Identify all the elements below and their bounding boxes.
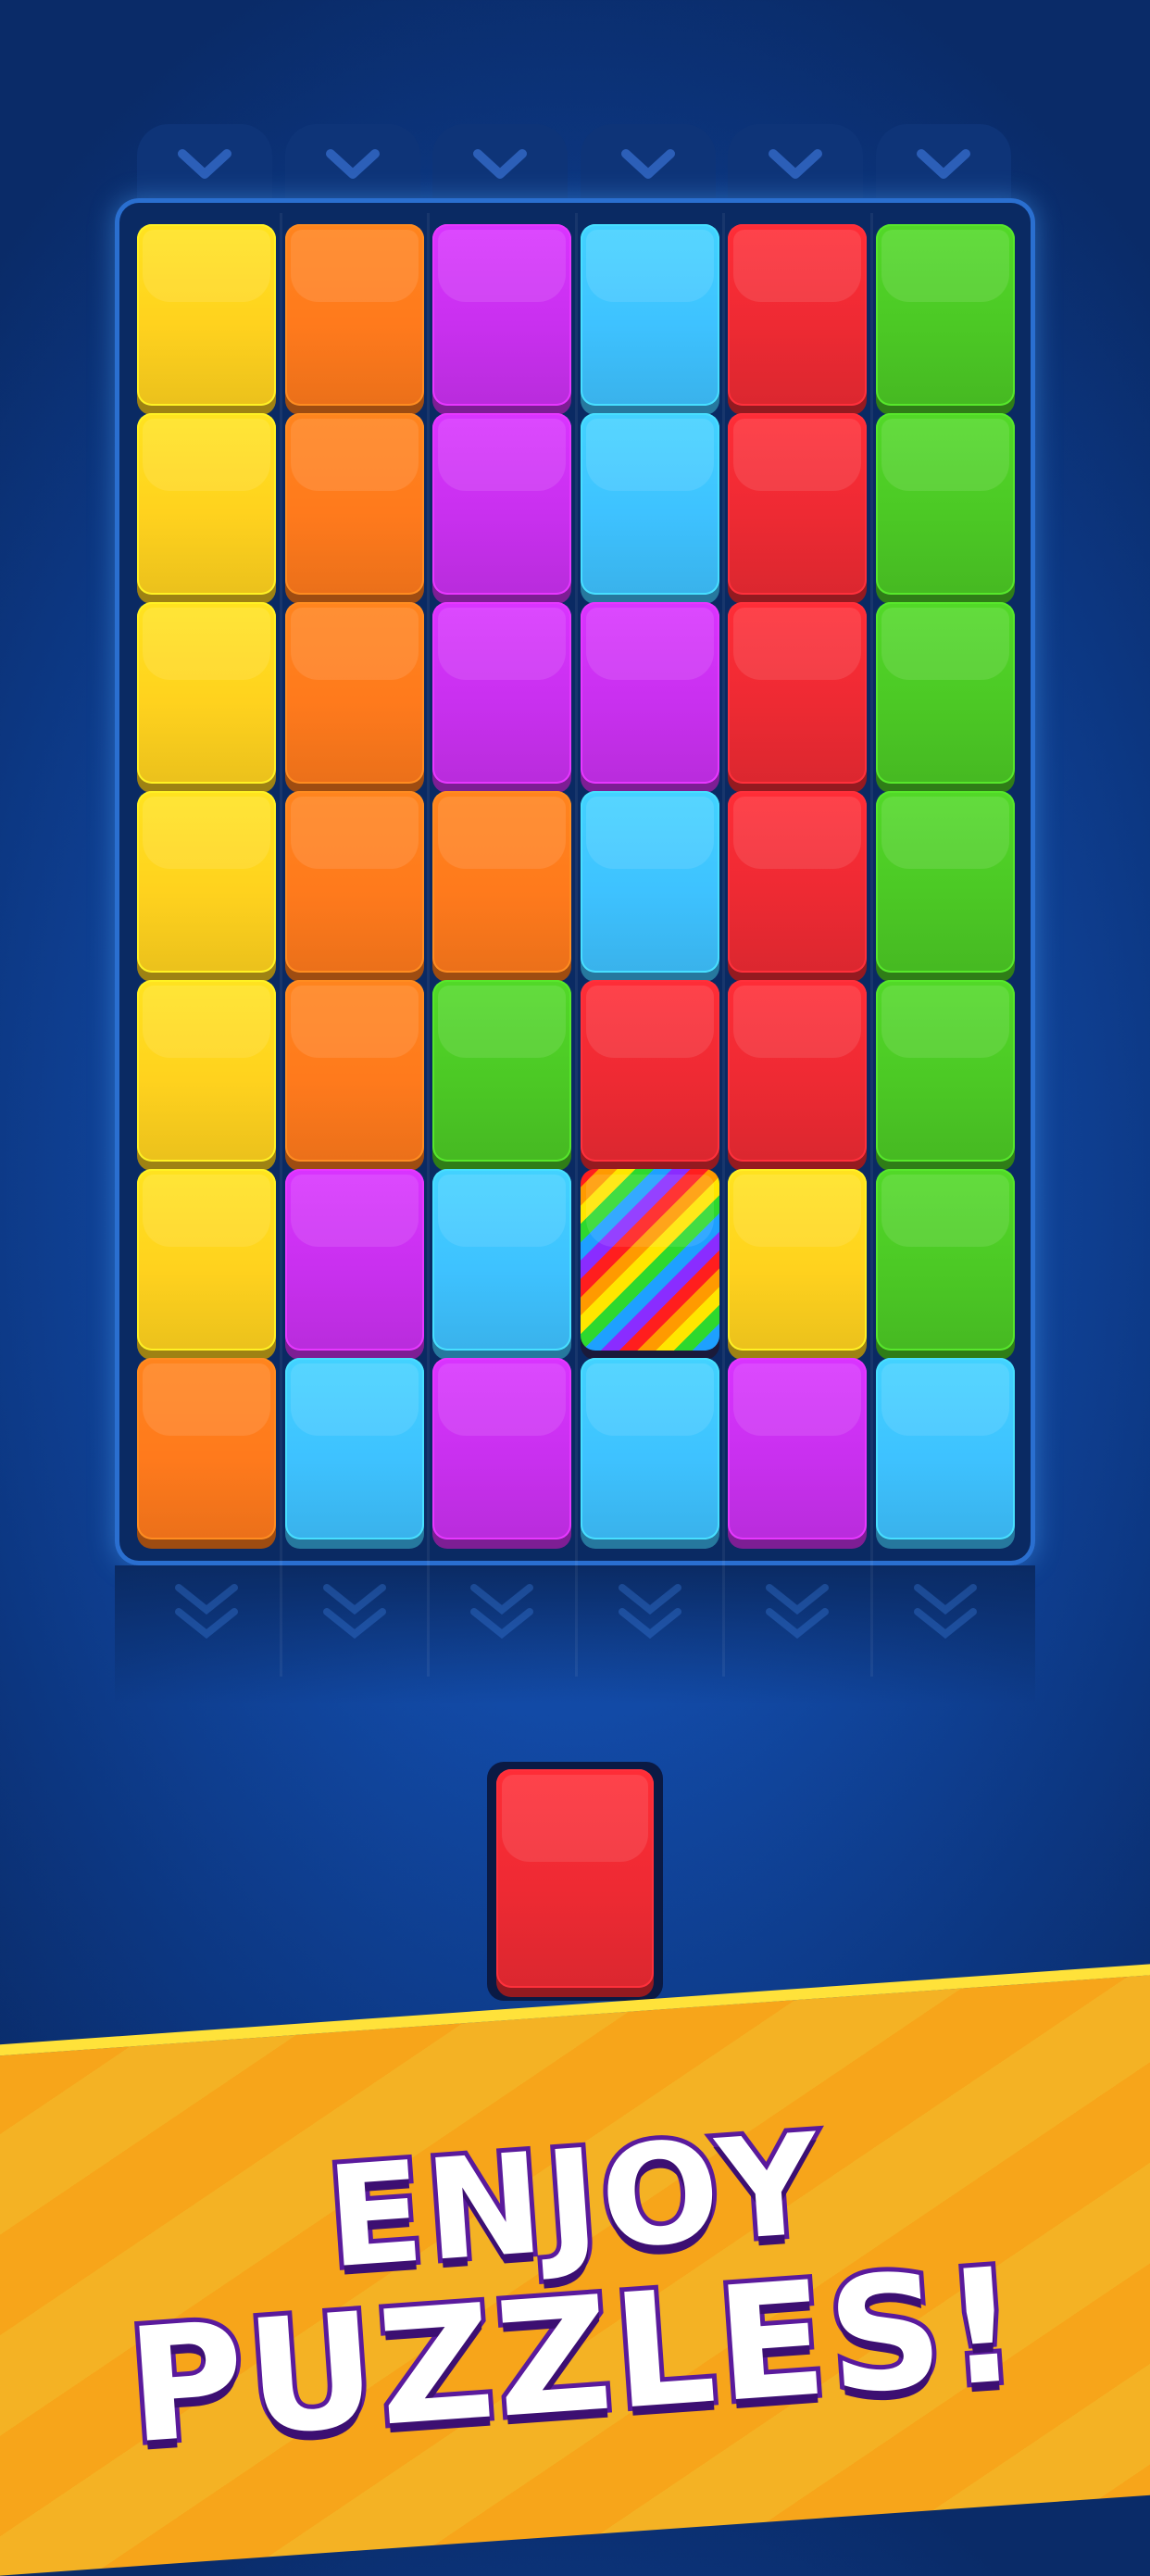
cyan-tile[interactable] — [875, 1358, 1015, 1539]
column-tab-6[interactable] — [875, 124, 1011, 202]
cyan-tile[interactable] — [580, 791, 719, 973]
double-chevron-down-icon — [908, 1575, 982, 1649]
orange-tile[interactable] — [432, 791, 571, 973]
purple-tile[interactable] — [432, 602, 571, 784]
purple-tile[interactable] — [432, 413, 571, 595]
green-tile[interactable] — [875, 602, 1015, 784]
orange-tile[interactable] — [284, 980, 424, 1162]
chevron-down-icon — [178, 149, 231, 179]
red-tile[interactable] — [580, 980, 719, 1162]
orange-tile[interactable] — [284, 413, 424, 595]
double-chevron-down-icon — [318, 1575, 392, 1649]
rainbow-tile[interactable] — [580, 1169, 719, 1351]
column-tab-5[interactable] — [728, 124, 863, 202]
chevron-down-icon — [325, 149, 380, 179]
cyan-tile[interactable] — [284, 1358, 424, 1539]
column-tab-3[interactable] — [432, 124, 568, 202]
cyan-tile[interactable] — [580, 1358, 719, 1539]
column-tab-2[interactable] — [284, 124, 420, 202]
lane-divider — [722, 213, 725, 1677]
purple-tile[interactable] — [432, 224, 571, 406]
cyan-tile[interactable] — [580, 224, 719, 406]
green-tile[interactable] — [875, 224, 1015, 406]
lane-divider — [279, 213, 282, 1677]
chevron-down-icon — [769, 149, 822, 179]
yellow-tile[interactable] — [137, 224, 276, 406]
column-tab-1[interactable] — [137, 124, 272, 202]
yellow-tile[interactable] — [137, 1169, 276, 1351]
orange-tile[interactable] — [284, 791, 424, 973]
purple-tile[interactable] — [284, 1169, 424, 1351]
red-tile[interactable] — [728, 791, 867, 973]
next-tile[interactable] — [496, 1769, 654, 1988]
double-chevron-down-icon — [613, 1575, 687, 1649]
green-tile[interactable] — [875, 1169, 1015, 1351]
chevron-down-icon — [916, 149, 970, 179]
double-chevron-down-icon — [760, 1575, 834, 1649]
green-tile[interactable] — [875, 980, 1015, 1162]
chevron-down-icon — [620, 149, 675, 179]
chevron-down-icon — [473, 149, 527, 179]
next-tile-launcher[interactable] — [487, 1762, 663, 2001]
lane-divider — [574, 213, 578, 1677]
green-tile[interactable] — [875, 791, 1015, 973]
double-chevron-down-icon — [169, 1575, 244, 1649]
orange-tile[interactable] — [137, 1358, 276, 1539]
cyan-tile[interactable] — [432, 1169, 571, 1351]
purple-tile[interactable] — [432, 1358, 571, 1539]
column-tab-4[interactable] — [580, 124, 716, 202]
lane-divider — [869, 213, 873, 1677]
green-tile[interactable] — [432, 980, 571, 1162]
yellow-tile[interactable] — [137, 791, 276, 973]
cyan-tile[interactable] — [580, 413, 719, 595]
purple-tile[interactable] — [728, 1358, 867, 1539]
red-tile[interactable] — [728, 602, 867, 784]
column-drop-tabs — [137, 124, 1013, 202]
lane-divider — [427, 213, 430, 1677]
red-tile[interactable] — [728, 224, 867, 406]
double-chevron-down-icon — [465, 1575, 539, 1649]
yellow-tile[interactable] — [728, 1169, 867, 1351]
yellow-tile[interactable] — [137, 980, 276, 1162]
orange-tile[interactable] — [284, 602, 424, 784]
red-tile[interactable] — [728, 980, 867, 1162]
red-tile[interactable] — [728, 413, 867, 595]
purple-tile[interactable] — [580, 602, 719, 784]
green-tile[interactable] — [875, 413, 1015, 595]
yellow-tile[interactable] — [137, 413, 276, 595]
orange-tile[interactable] — [284, 224, 424, 406]
yellow-tile[interactable] — [137, 602, 276, 784]
